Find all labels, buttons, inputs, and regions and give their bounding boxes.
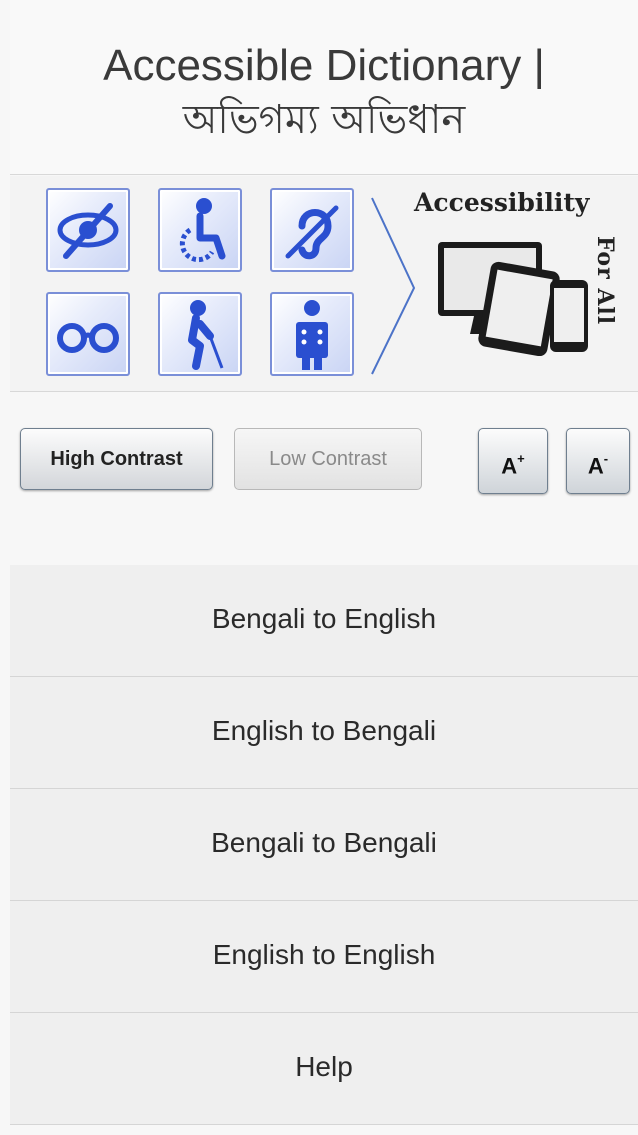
menu-item-help[interactable]: Help xyxy=(10,1013,638,1125)
devices-icon xyxy=(438,242,588,356)
wheelchair-user-icon xyxy=(158,188,242,272)
menu-item-bengali-to-bengali[interactable]: Bengali to Bengali xyxy=(10,789,638,901)
app-header: Accessible Dictionary | অভিগম্য অভিধান xyxy=(10,0,638,175)
dictionary-menu: Bengali to English English to Bengali Be… xyxy=(10,565,638,1125)
chevron-right-icon xyxy=(371,197,416,375)
accessibility-heading: Accessibility xyxy=(414,188,590,217)
menu-item-english-to-bengali[interactable]: English to Bengali xyxy=(10,677,638,789)
increase-font-button[interactable]: A+ xyxy=(478,428,548,494)
braille-reader-icon xyxy=(270,292,354,376)
low-contrast-button[interactable]: Low Contrast xyxy=(234,428,422,490)
accessibility-banner: Accessibility For All xyxy=(10,176,638,392)
for-all-subheading: For All xyxy=(592,236,618,326)
menu-item-bengali-to-english[interactable]: Bengali to English xyxy=(10,565,638,677)
decrease-font-label: A xyxy=(587,453,604,479)
hearing-impaired-icon xyxy=(270,188,354,272)
low-vision-glasses-icon xyxy=(46,292,130,376)
decrease-font-sup: - xyxy=(603,451,609,466)
contrast-and-font-controls: High Contrast Low Contrast A+ A- xyxy=(10,393,638,563)
decrease-font-button[interactable]: A- xyxy=(566,428,630,494)
app-title-bengali: অভিগম্য অভিধান xyxy=(182,97,466,143)
menu-item-english-to-english[interactable]: English to English xyxy=(10,901,638,1013)
visually-impaired-icon xyxy=(46,188,130,272)
app-title-english: Accessible Dictionary | xyxy=(103,41,545,90)
high-contrast-button[interactable]: High Contrast xyxy=(20,428,213,490)
blind-person-cane-icon xyxy=(158,292,242,376)
increase-font-sup: + xyxy=(517,451,525,466)
increase-font-label: A xyxy=(501,453,518,479)
